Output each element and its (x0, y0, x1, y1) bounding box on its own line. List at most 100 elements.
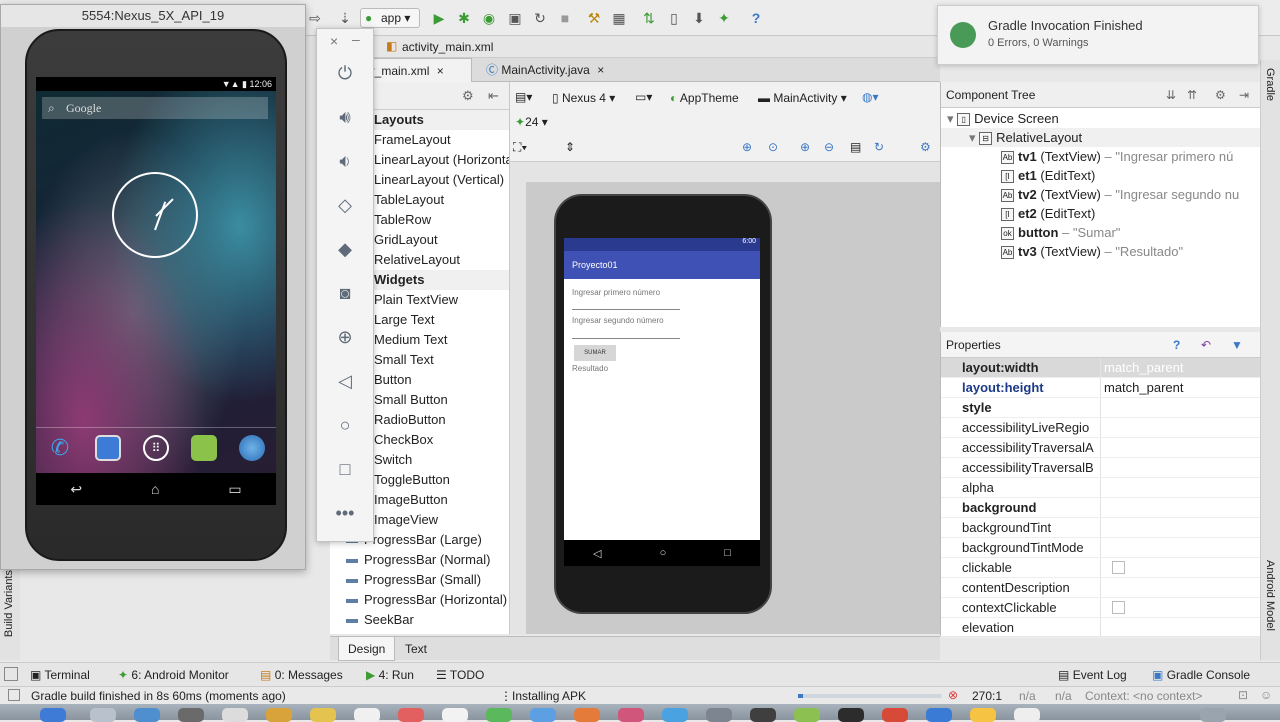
property-value[interactable] (1101, 538, 1260, 557)
emulator-screen[interactable]: ▼▲ ▮ 12:06 ⌕ Google ✆ ⠿ ↩ ⌂ ▭ (36, 77, 276, 505)
api-selector[interactable]: ✦24 ▾ (515, 115, 548, 129)
zoom-in-icon[interactable]: ⊕ (800, 140, 810, 154)
run-configuration-selector[interactable]: ● app ▾ (360, 8, 420, 28)
locale-icon[interactable]: ◍▾ (862, 90, 879, 104)
gear-icon[interactable]: ⚙ (1215, 82, 1226, 108)
property-row[interactable]: backgroundTintMode (941, 538, 1260, 558)
cursor-position[interactable]: 270:1 (972, 689, 1002, 703)
lock-icon[interactable]: ⊡ (1238, 688, 1248, 702)
tree-node[interactable]: ok button – "Sumar" (941, 223, 1260, 242)
close-icon[interactable]: × (437, 64, 444, 78)
stop-icon[interactable]: ■ (556, 9, 574, 27)
property-value[interactable] (1101, 438, 1260, 457)
property-row[interactable]: alpha (941, 478, 1260, 498)
help-icon[interactable]: ? (747, 9, 765, 27)
rotate-left-icon[interactable]: ◇ (317, 191, 373, 219)
tree-node[interactable]: ▾ ▯ Device Screen (941, 109, 1260, 128)
property-value[interactable]: match_parent (1101, 358, 1260, 377)
phone-icon[interactable]: ✆ (47, 435, 73, 461)
resize-icon[interactable]: ⇕ (565, 140, 575, 154)
attach-debugger-icon[interactable]: ◉ (480, 9, 498, 27)
property-row[interactable]: accessibilityTraversalB (941, 458, 1260, 478)
sync-gradle-icon[interactable]: ⇅ (640, 9, 658, 27)
property-row[interactable]: contextClickable (941, 598, 1260, 618)
forward-icon[interactable]: ⇨ (306, 9, 324, 27)
overview-icon[interactable]: □ (317, 455, 373, 483)
apply-changes-icon[interactable]: ↻ (531, 9, 549, 27)
gear-icon[interactable]: ⚙ (462, 88, 474, 104)
property-row[interactable]: accessibilityTraversalA (941, 438, 1260, 458)
emulator-title[interactable]: 5554:Nexus_5X_API_19 (1, 5, 305, 27)
breadcrumb-file[interactable]: activity_main.xml (402, 40, 493, 54)
messages-tool[interactable]: ▤ 0: Messages (260, 663, 343, 687)
gradle-notification[interactable]: Gradle Invocation Finished 0 Errors, 0 W… (937, 5, 1259, 65)
tab-design[interactable]: Design (338, 637, 396, 661)
property-value[interactable] (1101, 418, 1260, 437)
avd-manager-icon[interactable]: ▯ (665, 9, 683, 27)
contacts-icon[interactable] (95, 434, 121, 461)
tree-node[interactable]: Ab tv3 (TextView) – "Resultado" (941, 242, 1260, 261)
tree-node[interactable]: Ab tv2 (TextView) – "Ingresar segundo nu (941, 185, 1260, 204)
property-checkbox[interactable] (1112, 561, 1125, 574)
expand-arrow-icon[interactable]: ▾ (947, 111, 957, 126)
todo-tool[interactable]: ☰ TODO (436, 663, 484, 687)
sdk-manager-icon[interactable]: ⬇ (690, 9, 708, 27)
tree-node[interactable]: Ab tv1 (TextView) – "Ingresar primero nú (941, 147, 1260, 166)
terminal-tool[interactable]: ▣ Terminal (30, 663, 90, 687)
property-row[interactable]: layout:width match_parent (941, 358, 1260, 378)
zoom-out-icon[interactable]: ⊖ (824, 140, 834, 154)
expand-all-icon[interactable]: ⇊ (1166, 82, 1176, 108)
screenshot-icon[interactable]: ▤ (850, 140, 861, 154)
home-icon[interactable]: ○ (317, 411, 373, 439)
theme-selector[interactable]: ◐ AppTheme (670, 91, 739, 105)
close-icon[interactable]: × (597, 63, 604, 77)
gradle-tool-tab[interactable]: Gradle (1264, 68, 1276, 101)
app-drawer-icon[interactable]: ⠿ (143, 434, 169, 461)
palette-item[interactable]: RatingBar (330, 630, 509, 634)
property-value[interactable] (1101, 618, 1260, 637)
zoom-fit-icon[interactable]: ⛶▾ (513, 140, 527, 155)
preview-tv2[interactable]: Ingresar segundo número (564, 316, 760, 325)
palette-item[interactable]: ProgressBar (Horizontal) (330, 590, 509, 610)
property-value[interactable] (1101, 518, 1260, 537)
build-variants-tool-tab[interactable]: Build Variants (3, 570, 15, 637)
recents-icon[interactable]: ▭ (228, 481, 241, 498)
back-icon[interactable]: ◁ (317, 367, 373, 395)
restore-default-icon[interactable]: ↶ (1201, 332, 1211, 358)
property-checkbox[interactable] (1112, 601, 1125, 614)
property-value[interactable]: match_parent (1101, 378, 1260, 397)
zoom-icon[interactable]: ⊕ (317, 323, 373, 351)
encoding[interactable]: n/a (1055, 689, 1072, 703)
palette-item[interactable]: SeekBar (330, 610, 509, 630)
property-row[interactable]: elevation (941, 618, 1260, 638)
preview-tv1[interactable]: Ingresar primero número (564, 288, 760, 297)
property-value[interactable] (1101, 498, 1260, 517)
expand-arrow-icon[interactable]: ▾ (969, 130, 979, 145)
messaging-icon[interactable] (191, 434, 217, 461)
gradle-console-tool[interactable]: ▣ Gradle Console (1152, 663, 1250, 687)
volume-up-icon[interactable]: 🔊︎ (317, 103, 373, 131)
tab-main-activity[interactable]: Ⓒ MainActivity.java × (478, 58, 612, 82)
orientation-icon[interactable]: ▭▾ (635, 90, 652, 104)
more-icon[interactable]: ••• (317, 499, 373, 527)
property-row[interactable]: backgroundTint (941, 518, 1260, 538)
inspector-icon[interactable]: ☺ (1260, 688, 1272, 702)
back-icon[interactable]: ↩ (70, 481, 82, 498)
property-value[interactable] (1101, 458, 1260, 477)
preview-button[interactable]: SUMAR (574, 345, 616, 361)
context-label[interactable]: Context: <no context> (1085, 689, 1202, 703)
zoom-actual-icon[interactable]: ⊕ (742, 140, 752, 154)
close-icon[interactable]: × (330, 33, 338, 49)
collapse-all-icon[interactable]: ⇈ (1187, 82, 1197, 108)
filter-icon[interactable]: ▼ (1231, 332, 1243, 358)
android-model-tool-tab[interactable]: Android Model (1264, 560, 1276, 631)
camera-icon[interactable]: ◙ (317, 279, 373, 307)
property-row[interactable]: accessibilityLiveRegio (941, 418, 1260, 438)
coverage-icon[interactable]: ▣ (506, 9, 524, 27)
android-monitor-tool[interactable]: ✦ 6: Android Monitor (118, 663, 229, 687)
settings-icon[interactable]: ⚙ (920, 140, 931, 154)
property-row[interactable]: style (941, 398, 1260, 418)
home-icon[interactable]: ⌂ (151, 481, 159, 497)
help-icon[interactable]: ? (1173, 332, 1180, 358)
browser-icon[interactable] (239, 434, 265, 461)
